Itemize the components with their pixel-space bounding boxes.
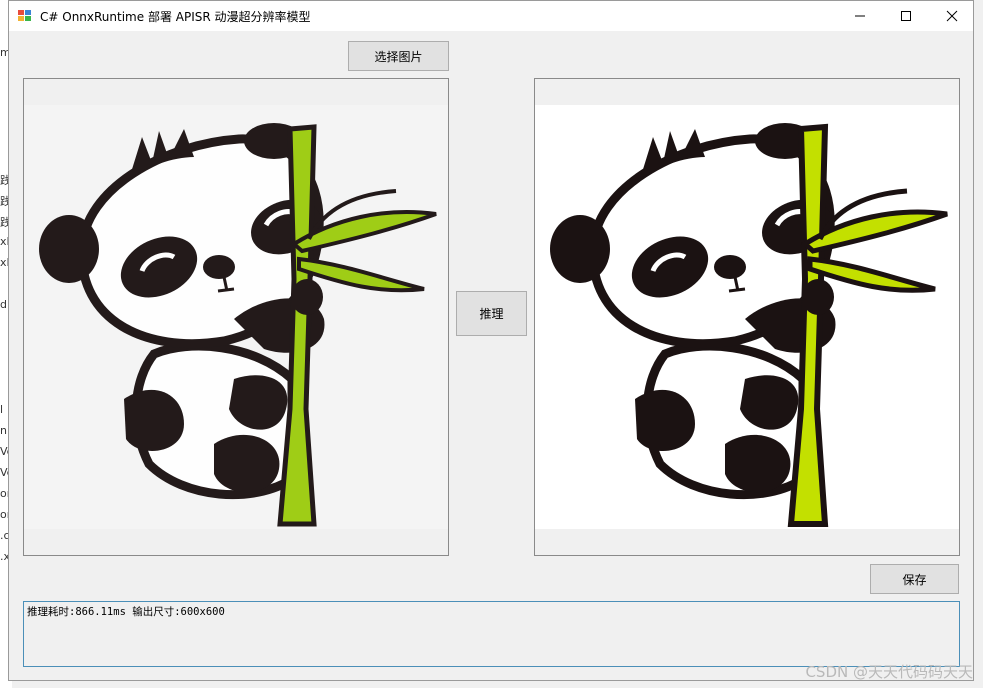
input-image-box <box>23 78 449 556</box>
minimize-button[interactable] <box>837 1 883 31</box>
close-button[interactable] <box>929 1 975 31</box>
title-bar[interactable]: C# OnnxRuntime 部署 APISR 动漫超分辨率模型 <box>9 1 973 31</box>
app-window: C# OnnxRuntime 部署 APISR 动漫超分辨率模型 选择图片 推理… <box>8 0 974 681</box>
watermark: CSDN @天天代码码天天 <box>805 663 973 681</box>
input-panda-image <box>24 105 448 529</box>
save-button[interactable]: 保存 <box>870 564 959 594</box>
output-image-box <box>534 78 960 556</box>
output-text: 推理耗时:866.11ms 输出尺寸:600x600 <box>27 606 225 618</box>
window-title: C# OnnxRuntime 部署 APISR 动漫超分辨率模型 <box>40 10 311 24</box>
minimize-icon <box>855 15 865 17</box>
maximize-button[interactable] <box>883 1 929 31</box>
select-image-button[interactable]: 选择图片 <box>348 41 449 71</box>
app-icon <box>18 10 32 22</box>
close-icon <box>946 10 958 22</box>
maximize-icon <box>901 11 911 21</box>
bg-text-fragment: d <box>0 298 7 311</box>
infer-button[interactable]: 推理 <box>456 291 527 336</box>
output-textbox[interactable]: 推理耗时:866.11ms 输出尺寸:600x600 <box>23 601 960 667</box>
bg-text-fragment: l <box>0 403 4 416</box>
output-panda-image <box>535 105 959 529</box>
